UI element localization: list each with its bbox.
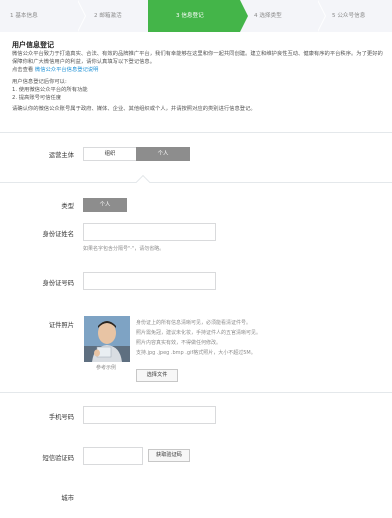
scope-note: 请确认你的微信公众账号属于政府、媒体、企业、其他组织或个人，并请按照对应的类别进… bbox=[12, 106, 256, 112]
subject-option-organization[interactable]: 组织 bbox=[83, 147, 137, 161]
sms-code-input[interactable] bbox=[83, 447, 143, 465]
registration-guide-link[interactable]: 微信公众平台信息登记说明 bbox=[35, 67, 99, 73]
id-photo-label: 证件照片 bbox=[48, 322, 74, 329]
divider bbox=[0, 392, 392, 393]
id-name-hint: 如果名字包含分隔号"·"，请勿省略。 bbox=[83, 246, 165, 252]
registration-intro: 用户信息登记 微信公众平台致力于打造真实、合法、有效的品牌推广平台，我们有幸能够… bbox=[12, 40, 384, 113]
benefit-item: 1. 使用微信公众平台的所有功能 bbox=[12, 87, 88, 93]
type-label: 类型 bbox=[61, 203, 74, 210]
photo-requirements: 身份证上的所有信息清晰可见，必须能看清证件号。 照片需免冠，建议未化妆，手持证件… bbox=[136, 318, 316, 358]
step-info-registration: 3 信息登记 bbox=[148, 0, 240, 32]
phone-label: 手机号码 bbox=[48, 414, 74, 421]
id-number-label: 身份证号码 bbox=[42, 280, 74, 287]
requirement-item: 照片内容真实有效，不得做任何修改。 bbox=[136, 340, 222, 346]
step-divider bbox=[317, 0, 325, 32]
photo-caption: 参考示例 bbox=[96, 365, 117, 371]
page-title: 用户信息登记 bbox=[12, 41, 54, 49]
step-divider bbox=[77, 0, 85, 32]
subject-option-individual[interactable]: 个人 bbox=[136, 147, 190, 161]
id-name-input[interactable] bbox=[83, 223, 216, 241]
link-prefix: 点击查看 bbox=[12, 67, 34, 73]
phone-input[interactable] bbox=[83, 406, 216, 424]
benefit-item: 2. 提高账号可信任度 bbox=[12, 95, 62, 101]
city-label: 城市 bbox=[61, 495, 74, 502]
sample-id-photo bbox=[84, 316, 130, 362]
divider bbox=[0, 132, 392, 133]
step-basic-info: 1 基本信息 bbox=[10, 13, 38, 19]
id-number-input[interactable] bbox=[83, 272, 216, 290]
step-email-activation: 2 邮箱激活 bbox=[94, 13, 122, 19]
requirement-item: 支持.jpg .jpeg .bmp .gif格式照片，大小不超过5M。 bbox=[136, 350, 256, 356]
step-choose-type: 4 选择类型 bbox=[254, 13, 282, 19]
id-name-label: 身份证姓名 bbox=[42, 231, 74, 238]
progress-steps: 1 基本信息 2 邮箱激活 3 信息登记 4 选择类型 5 公众号信息 bbox=[0, 0, 392, 32]
sms-code-label: 短信验证码 bbox=[42, 455, 74, 462]
step-account-info: 5 公众号信息 bbox=[332, 13, 366, 19]
person-holding-id-icon bbox=[84, 316, 130, 362]
divider bbox=[0, 182, 392, 183]
intro-link-line: 点击查看 微信公众平台信息登记说明 bbox=[12, 66, 384, 74]
type-option-individual[interactable]: 个人 bbox=[83, 198, 127, 212]
subject-label: 运营主体 bbox=[48, 152, 74, 159]
choose-file-button[interactable]: 选择文件 bbox=[136, 369, 178, 382]
section-pointer bbox=[135, 174, 151, 190]
benefits-title: 用户信息登记后你可以: bbox=[12, 79, 67, 85]
get-sms-code-button[interactable]: 获取验证码 bbox=[148, 449, 190, 462]
step-divider bbox=[240, 0, 248, 32]
intro-paragraph: 微信公众平台致力于打造真实、合法、有效的品牌推广平台，我们有幸能够在这里和你一起… bbox=[12, 51, 383, 65]
requirement-item: 身份证上的所有信息清晰可见，必须能看清证件号。 bbox=[136, 320, 252, 326]
requirement-item: 照片需免冠，建议未化妆，手持证件人的五官清晰可见。 bbox=[136, 330, 262, 336]
